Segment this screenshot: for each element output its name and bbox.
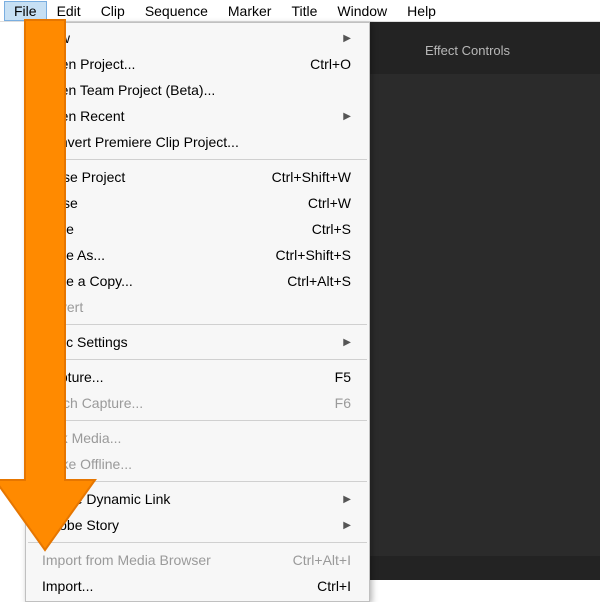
menu-item-shortcut: F5 bbox=[335, 369, 351, 385]
menu-file[interactable]: File bbox=[4, 1, 47, 21]
chevron-right-icon: ▶ bbox=[343, 33, 351, 44]
menu-item-label: Adobe Dynamic Link bbox=[42, 491, 170, 507]
menu-item-label: Adobe Story bbox=[42, 517, 119, 533]
menu-window[interactable]: Window bbox=[327, 1, 397, 21]
menu-item-make-offline: Make Offline... bbox=[26, 451, 369, 477]
menu-item-label: Batch Capture... bbox=[42, 395, 143, 411]
menu-item-adobe-dynamic-link[interactable]: Adobe Dynamic Link ▶ bbox=[26, 486, 369, 512]
menu-item-close-project[interactable]: Close Project Ctrl+Shift+W bbox=[26, 164, 369, 190]
menu-item-shortcut: Ctrl+Shift+S bbox=[276, 247, 351, 263]
menu-item-open-project[interactable]: Open Project... Ctrl+O bbox=[26, 51, 369, 77]
menu-item-save-a-copy[interactable]: Save a Copy... Ctrl+Alt+S bbox=[26, 268, 369, 294]
menu-item-open-recent[interactable]: Open Recent ▶ bbox=[26, 103, 369, 129]
chevron-right-icon: ▶ bbox=[343, 111, 351, 122]
panel-tabs: Effect Controls bbox=[370, 34, 600, 66]
menu-item-save[interactable]: Save Ctrl+S bbox=[26, 216, 369, 242]
menu-item-shortcut: Ctrl+Alt+S bbox=[287, 273, 351, 289]
menu-item-convert-premiere-clip-project[interactable]: Convert Premiere Clip Project... bbox=[26, 129, 369, 155]
menu-item-label: Convert Premiere Clip Project... bbox=[42, 134, 239, 150]
menu-edit[interactable]: Edit bbox=[47, 1, 91, 21]
tab-effect-controls[interactable]: Effect Controls bbox=[380, 43, 510, 58]
menu-item-adobe-story[interactable]: Adobe Story ▶ bbox=[26, 512, 369, 538]
menu-item-label: New bbox=[42, 30, 70, 46]
menu-item-label: Capture... bbox=[42, 369, 103, 385]
menu-item-close[interactable]: Close Ctrl+W bbox=[26, 190, 369, 216]
chevron-right-icon: ▶ bbox=[343, 494, 351, 505]
effect-controls-panel: Effect Controls bbox=[370, 22, 600, 580]
menu-item-batch-capture: Batch Capture... F6 bbox=[26, 390, 369, 416]
menu-item-label: Make Offline... bbox=[42, 456, 132, 472]
menu-sequence[interactable]: Sequence bbox=[135, 1, 218, 21]
menu-separator bbox=[28, 359, 367, 360]
menu-item-import-from-media-browser: Import from Media Browser Ctrl+Alt+I bbox=[26, 547, 369, 573]
menu-item-label: Save a Copy... bbox=[42, 273, 133, 289]
menu-item-sync-settings[interactable]: Sync Settings ▶ bbox=[26, 329, 369, 355]
menu-item-shortcut: Ctrl+S bbox=[312, 221, 351, 237]
menu-item-label: Sync Settings bbox=[42, 334, 128, 350]
menu-item-open-team-project-beta[interactable]: Open Team Project (Beta)... bbox=[26, 77, 369, 103]
menu-item-shortcut: Ctrl+Shift+W bbox=[272, 169, 351, 185]
menu-separator bbox=[28, 481, 367, 482]
menu-item-label: Revert bbox=[42, 299, 83, 315]
menu-marker[interactable]: Marker bbox=[218, 1, 282, 21]
menu-item-label: Save As... bbox=[42, 247, 105, 263]
menu-item-label: Open Team Project (Beta)... bbox=[42, 82, 215, 98]
menu-item-link-media: Link Media... bbox=[26, 425, 369, 451]
menu-item-shortcut: Ctrl+O bbox=[310, 56, 351, 72]
menu-item-new[interactable]: New ▶ bbox=[26, 25, 369, 51]
menu-clip[interactable]: Clip bbox=[91, 1, 135, 21]
panel-body bbox=[370, 74, 600, 556]
menu-item-shortcut: Ctrl+I bbox=[317, 578, 351, 594]
menu-item-shortcut: Ctrl+Alt+I bbox=[293, 552, 351, 568]
menu-item-label: Import from Media Browser bbox=[42, 552, 211, 568]
file-dropdown-menu: New ▶ Open Project... Ctrl+O Open Team Proje… bbox=[25, 22, 370, 602]
menu-item-label: Link Media... bbox=[42, 430, 121, 446]
menu-item-save-as[interactable]: Save As... Ctrl+Shift+S bbox=[26, 242, 369, 268]
menu-item-shortcut: Ctrl+W bbox=[308, 195, 351, 211]
menu-item-label: Close bbox=[42, 195, 78, 211]
menu-help[interactable]: Help bbox=[397, 1, 446, 21]
menu-item-label: Open Project... bbox=[42, 56, 135, 72]
menubar: File Edit Clip Sequence Marker Title Win… bbox=[0, 0, 600, 22]
menu-item-capture[interactable]: Capture... F5 bbox=[26, 364, 369, 390]
menu-separator bbox=[28, 542, 367, 543]
menu-item-revert: Revert bbox=[26, 294, 369, 320]
menu-separator bbox=[28, 159, 367, 160]
menu-title[interactable]: Title bbox=[281, 1, 327, 21]
menu-item-label: Import... bbox=[42, 578, 93, 594]
menu-item-shortcut: F6 bbox=[335, 395, 351, 411]
menu-separator bbox=[28, 420, 367, 421]
menu-item-import[interactable]: Import... Ctrl+I bbox=[26, 573, 369, 599]
menu-item-label: Open Recent bbox=[42, 108, 125, 124]
menu-item-label: Save bbox=[42, 221, 74, 237]
chevron-right-icon: ▶ bbox=[343, 337, 351, 348]
menu-separator bbox=[28, 324, 367, 325]
chevron-right-icon: ▶ bbox=[343, 520, 351, 531]
menu-item-label: Close Project bbox=[42, 169, 125, 185]
